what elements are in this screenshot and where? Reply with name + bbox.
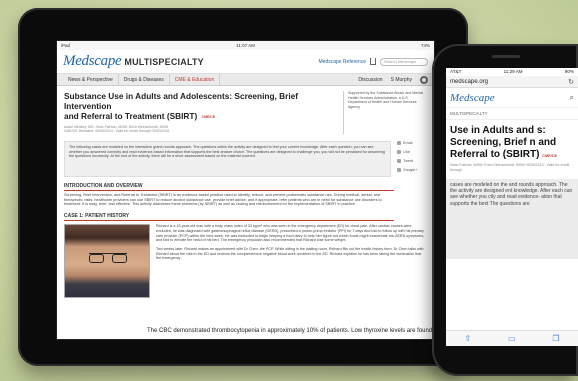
speaker-grille bbox=[492, 55, 520, 58]
phone-status-bar: AT&T 11:29 AM 90% bbox=[446, 68, 578, 76]
phone-header: Medscape ⌕ bbox=[446, 88, 578, 108]
like-label: Like bbox=[403, 149, 410, 154]
email-icon bbox=[397, 140, 401, 145]
article-title: Substance Use in Adults and Adolescents:… bbox=[64, 91, 337, 122]
article-meta: Adam Medkey, MD; Sean Fairbon, MSW; Eric… bbox=[64, 125, 337, 134]
share-icon[interactable] bbox=[370, 58, 376, 65]
supporter-note: Supported by the Substance Abuse and Men… bbox=[343, 91, 427, 134]
stage: iPad 11:07 AM 74% Medscape MULTISPECIALT… bbox=[0, 0, 578, 381]
phone-toolbar: ⇧ ▭ ❐ bbox=[446, 330, 578, 346]
header-right: Medscape Reference Search Medscape bbox=[318, 57, 428, 66]
iphone-device: AT&T 11:29 AM 90% medscape.org ↻ Medscap… bbox=[432, 44, 578, 376]
user-menu[interactable]: S Murphy bbox=[391, 77, 412, 83]
case-paragraph-1: Richard is a 43-year-old man with a body… bbox=[156, 224, 425, 243]
release-info: CME/CE Released: 09/30/2014 ; Valid for … bbox=[64, 129, 170, 134]
nav-right: Discussion S Murphy bbox=[358, 75, 428, 84]
phone-intro-box: cases are modeled on the and rounds appr… bbox=[446, 178, 578, 259]
email-label: Email bbox=[403, 140, 413, 145]
site-header: Medscape MULTISPECIALTY Medscape Referen… bbox=[57, 50, 434, 74]
section-intro-text: Screening, Brief Intervention, and Refer… bbox=[64, 192, 382, 207]
phone-title-text: Use in Adults and s: Screening, Brief n … bbox=[450, 125, 557, 160]
tabs-icon[interactable]: ❐ bbox=[552, 334, 559, 343]
title-row: Substance Use in Adults and Adolescents:… bbox=[64, 91, 427, 134]
search-icon[interactable]: ⌕ bbox=[570, 93, 574, 103]
status-carrier: iPad bbox=[61, 43, 71, 48]
tweet-action[interactable]: Tweet bbox=[397, 158, 427, 163]
title-line-2: and Referral to Treatment (SBIRT) bbox=[64, 111, 198, 121]
gear-icon[interactable] bbox=[420, 75, 428, 84]
share-actions: Email Like Tweet Google+ bbox=[397, 140, 427, 177]
google-label: Google+ bbox=[403, 167, 418, 172]
case-row: Richard is a 43-year-old man with a body… bbox=[64, 224, 427, 299]
phone-meta: Sean Fairbon, MSW; Erich Kleinschmidt, M… bbox=[450, 163, 570, 172]
title-block: Substance Use in Adults and Adolescents:… bbox=[64, 91, 337, 134]
iphone-screen: AT&T 11:29 AM 90% medscape.org ↻ Medscap… bbox=[446, 68, 578, 346]
ipad-screen: iPad 11:07 AM 74% Medscape MULTISPECIALT… bbox=[56, 40, 435, 340]
bookmarks-icon[interactable]: ▭ bbox=[508, 334, 516, 343]
phone-url-bar[interactable]: medscape.org ↻ bbox=[446, 76, 578, 88]
tab-news[interactable]: News & Perspective bbox=[63, 74, 119, 85]
share-icon[interactable]: ⇧ bbox=[464, 334, 471, 343]
phone-carrier: AT&T bbox=[450, 69, 462, 74]
ipad-device: iPad 11:07 AM 74% Medscape MULTISPECIALT… bbox=[18, 8, 468, 366]
phone-time: 11:29 AM bbox=[503, 69, 523, 74]
reload-icon[interactable]: ↻ bbox=[568, 78, 574, 86]
phone-article-title: Use in Adults and s: Screening, Brief n … bbox=[446, 120, 578, 162]
search-input[interactable]: Search Medscape bbox=[380, 57, 428, 66]
phone-cme-badge: CME/CE bbox=[542, 154, 558, 158]
google-plus-icon bbox=[397, 167, 401, 172]
tab-drugs[interactable]: Drugs & Diseases bbox=[119, 74, 170, 85]
header-links[interactable]: Medscape Reference bbox=[318, 59, 366, 65]
tweet-icon bbox=[397, 158, 401, 163]
phone-specialty: MULTISPECIALTY bbox=[446, 108, 578, 120]
discussion-link[interactable]: Discussion bbox=[358, 77, 382, 83]
tweet-label: Tweet bbox=[403, 158, 414, 163]
section-heading-intro: INTRODUCTION AND OVERVIEW bbox=[64, 183, 394, 191]
section-heading-case: CASE 1: PATIENT HISTORY bbox=[64, 213, 394, 222]
like-action[interactable]: Like bbox=[397, 149, 427, 154]
status-time: 11:07 AM bbox=[236, 43, 255, 48]
tab-cme[interactable]: CME & Education bbox=[170, 74, 221, 85]
case-text: Richard is a 43-year-old man with a body… bbox=[156, 224, 427, 298]
email-action[interactable]: Email bbox=[397, 140, 427, 145]
ipad-status-bar: iPad 11:07 AM 74% bbox=[57, 41, 434, 50]
google-action[interactable]: Google+ bbox=[397, 167, 427, 172]
case-paragraph-2: Two weeks later, Richard makes an appoin… bbox=[156, 247, 424, 261]
article: Substance Use in Adults and Adolescents:… bbox=[57, 86, 434, 303]
medscape-logo[interactable]: Medscape bbox=[63, 53, 122, 70]
like-icon bbox=[397, 149, 401, 154]
phone-logo[interactable]: Medscape bbox=[450, 92, 495, 104]
status-battery: 74% bbox=[420, 43, 430, 48]
glasses-shape bbox=[89, 253, 127, 264]
intro-box: The following cases are modeled on the i… bbox=[64, 140, 391, 177]
title-line-1: Substance Use in Adults and Adolescents:… bbox=[64, 91, 299, 111]
patient-photo bbox=[64, 224, 150, 299]
cme-badge: CME/CE bbox=[201, 114, 216, 119]
phone-battery: 90% bbox=[564, 69, 574, 74]
specialty-label: MULTISPECIALTY bbox=[124, 56, 204, 67]
phone-url[interactable]: medscape.org bbox=[450, 79, 488, 85]
intro-row: The following cases are modeled on the i… bbox=[64, 140, 427, 177]
footer-text: The CBC demonstrated thrombocytopenia in… bbox=[57, 325, 434, 339]
main-nav: News & Perspective Drugs & Diseases CME … bbox=[57, 74, 434, 86]
